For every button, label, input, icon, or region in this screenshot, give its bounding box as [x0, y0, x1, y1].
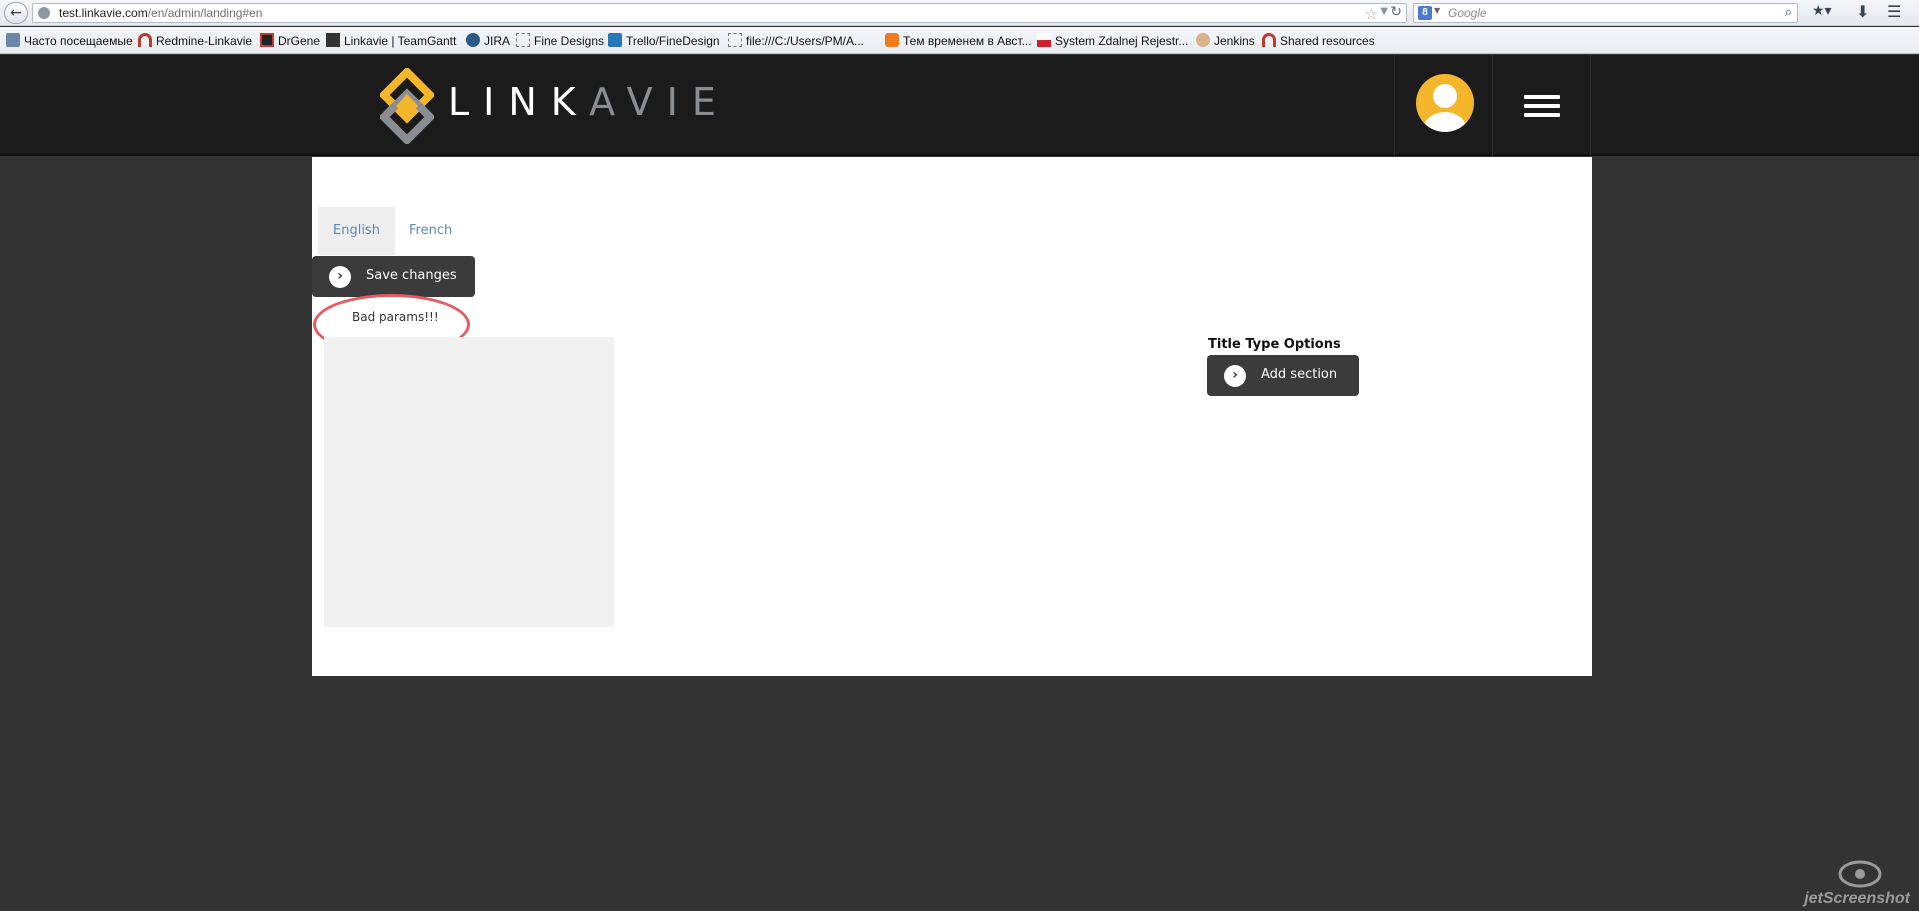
main-menu-button[interactable]	[1493, 55, 1591, 156]
image-placeholder[interactable]	[324, 337, 614, 627]
trello-icon	[608, 33, 622, 47]
tab-english[interactable]: English	[318, 207, 395, 255]
redmine-icon	[1262, 33, 1276, 47]
error-message: Bad params!!!	[352, 310, 439, 324]
screenshot-watermark: jetScreenshot	[1804, 858, 1918, 908]
address-bar[interactable]: test.linkavie.com/en/admin/landing#en ☆ …	[32, 3, 1407, 23]
logo-wordmark[interactable]: LINKAVIE	[448, 80, 730, 124]
bookmark-item[interactable]: Тем временем в Авст...	[885, 33, 1032, 48]
search-input[interactable]: Google	[1448, 6, 1487, 20]
bookmark-star-icon[interactable]: ☆	[1365, 5, 1378, 23]
bookmark-item[interactable]: Часто посещаемые	[6, 33, 133, 48]
bookmark-item[interactable]: Fine Designs	[516, 33, 604, 48]
reload-icon[interactable]: ↻	[1390, 4, 1402, 20]
avatar[interactable]	[1416, 74, 1474, 132]
save-changes-button[interactable]: › Save changes	[312, 256, 475, 297]
linkavie-logo-icon[interactable]	[380, 68, 434, 144]
blogger-icon	[885, 33, 899, 47]
bookmark-item[interactable]: file:///C:/Users/PM/A...	[728, 33, 864, 48]
page-icon	[728, 33, 742, 47]
engine-dropdown-icon[interactable]: ▼	[1434, 6, 1440, 15]
browser-menu-icon[interactable]: ☰	[1887, 2, 1901, 21]
bookmarks-menu-icon[interactable]: ★▾	[1812, 3, 1842, 23]
url-text[interactable]: test.linkavie.com/en/admin/landing#en	[59, 6, 262, 20]
bookmark-item[interactable]: Shared resources	[1262, 33, 1375, 48]
user-menu[interactable]	[1394, 55, 1493, 156]
hamburger-icon[interactable]	[1524, 95, 1560, 122]
bookmark-item[interactable]: System Zdalnej Rejestr...	[1037, 33, 1188, 48]
bookmark-item[interactable]: Trello/FineDesign	[608, 33, 720, 48]
jira-icon	[466, 33, 480, 47]
teamgantt-icon	[326, 33, 340, 47]
redmine-icon	[138, 33, 152, 47]
back-button[interactable]: ←	[4, 2, 28, 24]
jenkins-icon	[1196, 33, 1210, 47]
landing-editor-panel: English French › Save changes Bad params…	[312, 157, 1592, 676]
site-identity-icon[interactable]	[38, 7, 50, 19]
options-title: Title Type Options	[1208, 337, 1341, 352]
bookmark-item[interactable]: Jenkins	[1196, 33, 1255, 48]
history-dropdown-icon[interactable]: ▼	[1380, 6, 1388, 17]
user-silhouette-icon	[1423, 84, 1467, 132]
bookmark-item[interactable]: JIRA	[466, 33, 510, 48]
add-section-button[interactable]: › Add section	[1207, 355, 1359, 396]
search-icon[interactable]: ⌕	[1785, 5, 1792, 20]
download-icon[interactable]: ⬇	[1856, 2, 1869, 21]
bookmark-item[interactable]: DrGene	[260, 33, 320, 48]
google-engine-icon[interactable]: 8	[1418, 6, 1432, 20]
bookmarks-bar: Часто посещаемые Redmine-Linkavie DrGene…	[0, 27, 1919, 54]
browser-toolbar: ← test.linkavie.com/en/admin/landing#en …	[0, 0, 1919, 26]
flag-icon	[1037, 33, 1051, 47]
bookmark-item[interactable]: Redmine-Linkavie	[138, 33, 252, 48]
tab-french[interactable]: French	[394, 207, 467, 255]
bookmark-item[interactable]: Linkavie | TeamGantt	[326, 33, 456, 48]
search-bar[interactable]: 8 ▼ Google ⌕	[1413, 3, 1798, 23]
drgene-icon	[260, 33, 274, 47]
watermark-eye-icon	[1838, 860, 1882, 888]
page-icon	[516, 33, 530, 47]
chevron-right-icon: ›	[329, 266, 351, 288]
folder-icon	[6, 33, 20, 47]
chevron-right-icon: ›	[1224, 365, 1246, 387]
site-header: LINKAVIE	[0, 55, 1919, 156]
watermark-text: jetScreenshot	[1804, 890, 1910, 907]
